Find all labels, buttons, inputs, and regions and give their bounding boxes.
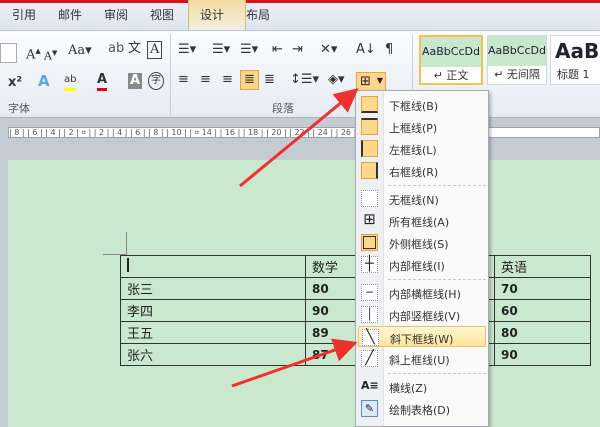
red-arrow [231,338,358,388]
annotation-arrows [231,88,359,388]
red-arrow [239,88,359,188]
